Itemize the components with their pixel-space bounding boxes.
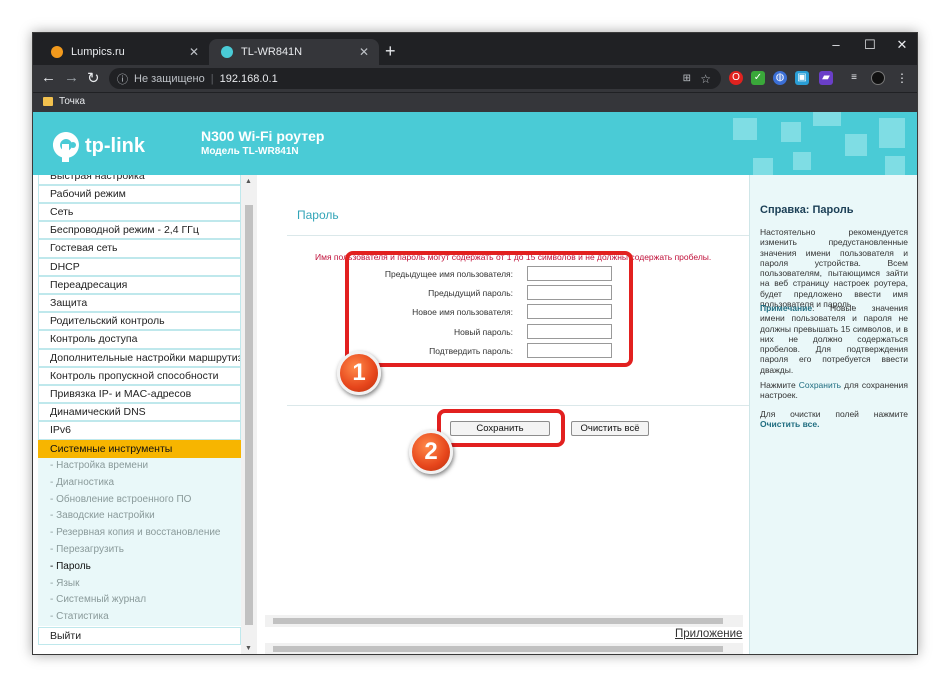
help-save-link: Сохранить (798, 380, 842, 390)
save-button[interactable]: Сохранить (450, 421, 550, 436)
scrollbar-thumb[interactable] (273, 618, 723, 624)
close-window-button[interactable]: ✕ (887, 37, 917, 53)
folder-icon (43, 97, 53, 106)
vpn-extension-icon[interactable]: ▣ (795, 71, 809, 85)
close-tab-icon[interactable]: ✕ (359, 45, 369, 59)
help-note: Примечание: Новые значения имени пользов… (760, 303, 908, 375)
sidebar-subitem-language[interactable]: - Язык (38, 575, 241, 593)
brand-name: tp-link (85, 135, 145, 157)
annotation-badge-2: 2 (409, 430, 453, 474)
sidebar-item-guest-network[interactable]: Гостевая сеть (38, 239, 241, 258)
scrollbar-thumb[interactable] (245, 205, 253, 625)
sidebar-item-quick-setup[interactable]: Быстрая настройка (38, 175, 241, 186)
inner-horizontal-scrollbar[interactable] (265, 615, 743, 627)
close-tab-icon[interactable]: ✕ (189, 45, 199, 59)
address-bar[interactable]: ⓘ Не защищено | 192.168.0.1 ⊞ ☆ (109, 68, 721, 89)
sidebar-item-security[interactable]: Защита (38, 294, 241, 313)
bookmark-item[interactable]: Точка (59, 96, 85, 107)
sidebar-menu: Быстрая настройка Рабочий режим Сеть Бес… (33, 175, 241, 645)
sidebar-subitem-password[interactable]: - Пароль (38, 558, 241, 576)
tab-router[interactable]: TL-WR841N ✕ (209, 39, 379, 65)
sidebar-subitem-firmware-upgrade[interactable]: - Обновление встроенного ПО (38, 491, 241, 509)
lumpics-favicon-icon (51, 46, 63, 58)
purple-extension-icon[interactable]: ▰ (819, 71, 833, 85)
help-clear-hint: Для очистки полей нажмите Очистить все. (760, 409, 908, 430)
sidebar-item-ipv6[interactable]: IPv6 (38, 421, 241, 440)
sidebar-subitem-diagnostics[interactable]: - Диагностика (38, 474, 241, 492)
horizontal-scrollbar[interactable] (265, 643, 743, 654)
tab-title: TL-WR841N (241, 46, 303, 58)
minimize-button[interactable]: – (821, 37, 851, 52)
tab-strip: Lumpics.ru ✕ TL-WR841N ✕ + – ☐ ✕ (33, 33, 917, 65)
scrollbar-thumb[interactable] (273, 646, 723, 652)
divider (287, 235, 749, 236)
model-title: N300 Wi-Fi роутер (201, 128, 325, 144)
tplink-logo-icon (52, 132, 79, 162)
fields-highlight (345, 251, 633, 367)
help-save-hint: Нажмите Сохранить для сохранения настрое… (760, 380, 908, 401)
appendix-link[interactable]: Приложение (675, 628, 742, 640)
sidebar-item-wireless[interactable]: Беспроводной режим - 2,4 ГГц (38, 221, 241, 240)
menu-kebab-icon[interactable]: ⋮ (895, 71, 909, 85)
sidebar-item-ip-mac-binding[interactable]: Привязка IP- и MAC-адресов (38, 385, 241, 404)
sidebar-item-bandwidth-control[interactable]: Контроль пропускной способности (38, 366, 241, 385)
sidebar-item-parental-control[interactable]: Родительский контроль (38, 312, 241, 331)
sidebar-item-operation-mode[interactable]: Рабочий режим (38, 184, 241, 203)
sidebar-subitem-backup-restore[interactable]: - Резервная копия и восстановление (38, 525, 241, 542)
annotation-badge-1: 1 (337, 351, 381, 395)
url-text: 192.168.0.1 (219, 72, 278, 85)
divider (287, 405, 749, 406)
sidebar-subitem-factory-defaults[interactable]: - Заводские настройки (38, 508, 241, 526)
sidebar-item-advanced-routing[interactable]: Дополнительные настройки маршрутизации (38, 348, 241, 367)
help-text: Для очистки полей нажмите (760, 409, 908, 419)
sidebar-subitem-statistics[interactable]: - Статистика (38, 609, 241, 626)
avatar[interactable] (871, 71, 885, 85)
help-paragraph: Настоятельно рекомендуется изменить пред… (760, 227, 908, 310)
clear-all-button[interactable]: Очистить всё (571, 421, 649, 436)
help-panel: Справка: Пароль Настоятельно рекомендует… (749, 175, 917, 654)
main-panel: Пароль Имя пользователя и пароль могут с… (257, 175, 749, 654)
help-text: Нажмите (760, 380, 796, 390)
help-note-label: Примечание (760, 303, 813, 313)
check-extension-icon[interactable]: ✓ (751, 71, 765, 85)
router-header: tp-link N300 Wi-Fi роутер Модель TL-WR84… (33, 112, 917, 175)
forward-button[interactable]: → (64, 69, 79, 86)
sidebar-scrollbar[interactable]: ▲ ▼ (241, 175, 257, 654)
globe-extension-icon[interactable]: ◍ (773, 71, 787, 85)
sidebar-item-ddns[interactable]: Динамический DNS (38, 403, 241, 422)
reload-button[interactable]: ↻ (87, 69, 100, 87)
browser-toolbar: ← → ↻ ⓘ Не защищено | 192.168.0.1 ⊞ ☆ O … (33, 65, 917, 92)
sidebar-subitem-system-log[interactable]: - Системный журнал (38, 592, 241, 610)
opera-extension-icon[interactable]: O (729, 71, 743, 85)
sidebar-item-system-tools[interactable]: Системные инструменты (38, 439, 241, 458)
translate-icon[interactable]: ⊞ (683, 73, 691, 84)
new-tab-button[interactable]: + (385, 41, 396, 62)
scroll-down-icon[interactable]: ▼ (245, 645, 252, 652)
bookmark-star-icon[interactable]: ☆ (700, 72, 711, 86)
sidebar-item-forwarding[interactable]: Переадресация (38, 275, 241, 294)
back-button[interactable]: ← (41, 69, 56, 86)
playlist-icon[interactable]: ≡ (847, 71, 861, 85)
security-label: Не защищено (134, 72, 205, 85)
sidebar-subitem-reboot[interactable]: - Перезагрузить (38, 542, 241, 559)
tab-lumpics[interactable]: Lumpics.ru ✕ (39, 39, 209, 65)
sidebar-subitem-time-settings[interactable]: - Настройка времени (38, 458, 241, 475)
page-title: Пароль (297, 208, 339, 222)
help-clear-link: Очистить все. (760, 419, 820, 430)
tplink-favicon-icon (221, 46, 233, 58)
scroll-up-icon[interactable]: ▲ (245, 178, 252, 185)
sidebar-item-dhcp[interactable]: DHCP (38, 257, 241, 276)
divider: | (210, 72, 214, 85)
sidebar-item-access-control[interactable]: Контроль доступа (38, 330, 241, 349)
sidebar-item-network[interactable]: Сеть (38, 203, 241, 222)
help-note-text: : Новые значения имени пользователя и па… (760, 303, 908, 375)
browser-window: Lumpics.ru ✕ TL-WR841N ✕ + – ☐ ✕ ← → ↻ ⓘ… (32, 32, 918, 655)
maximize-button[interactable]: ☐ (855, 37, 885, 53)
help-title: Справка: Пароль (760, 204, 854, 216)
info-icon[interactable]: ⓘ (117, 71, 128, 87)
sidebar-item-logout[interactable]: Выйти (38, 626, 241, 645)
bookmarks-bar: Точка (33, 92, 917, 112)
model-subtitle: Модель TL-WR841N (201, 146, 299, 157)
tab-title: Lumpics.ru (71, 46, 125, 58)
